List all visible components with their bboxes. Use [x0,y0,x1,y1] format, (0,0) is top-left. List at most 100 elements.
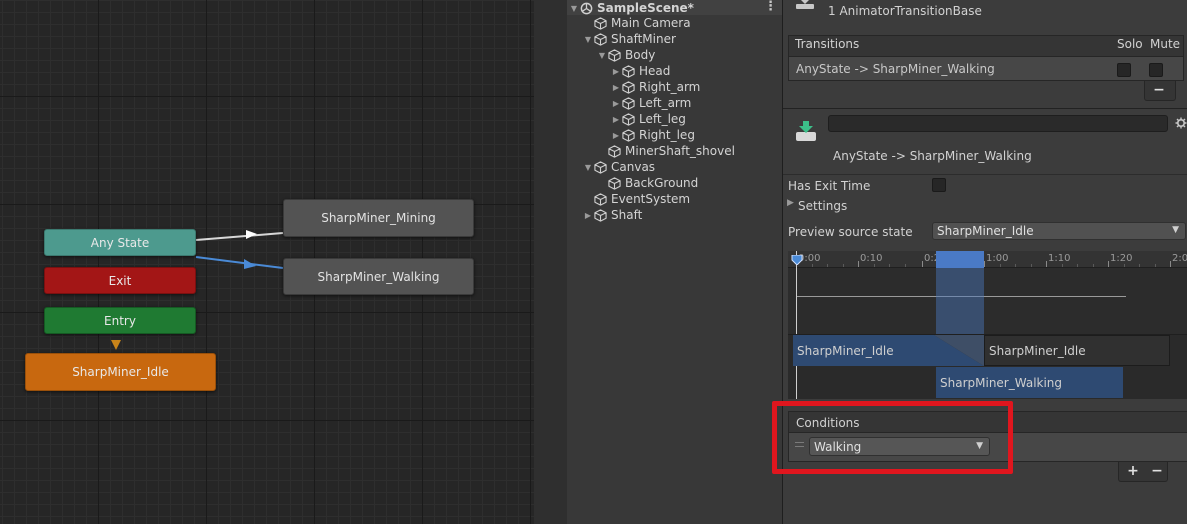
hierarchy-item[interactable]: ▼ ShaftMiner [582,31,676,47]
preview-source-dropdown[interactable]: SharpMiner_Idle ▼ [932,222,1186,240]
state-node-mining[interactable]: SharpMiner_Mining [283,199,474,237]
dropdown-arrow-icon: ▼ [1172,225,1179,235]
chevron-right-icon[interactable]: ▶ [787,198,794,208]
hierarchy-panel[interactable]: ▼ SampleScene* ⋮ Main Camera ▼ ShaftMiner ▼… [534,0,782,524]
entry-default-arrow [111,340,121,350]
hierarchy-item[interactable]: EventSystem [582,191,690,207]
hierarchy-item-label: ShaftMiner [611,32,676,46]
hierarchy-item-label: Right_arm [639,80,701,94]
hierarchy-item[interactable]: ▶ Right_arm [610,79,700,95]
timeline-minor-tick [1061,264,1063,267]
transition-timeline[interactable]: 0:000:100:201:001:101:202:00 SharpMiner_… [788,251,1187,399]
kebab-menu-icon[interactable]: ⋮ [764,0,777,14]
target-clip[interactable]: SharpMiner_Walking [936,367,1123,398]
solo-checkbox[interactable] [1117,63,1131,77]
state-node-walking[interactable]: SharpMiner_Walking [283,258,474,295]
source-clip-2[interactable]: SharpMiner_Idle [984,335,1170,366]
timeline-minor-tick [889,264,890,267]
gameobject-cube-icon [594,32,607,46]
timeline-ruler[interactable]: 0:000:100:201:001:101:202:00 [788,251,1187,268]
playhead-marker-icon[interactable] [791,255,803,265]
timeline-minor-tick [1123,264,1125,267]
entry-node[interactable]: Entry [44,307,196,334]
hierarchy-item-label: MinerShaft_shovel [625,144,735,158]
hierarchy-item[interactable]: MinerShaft_shovel [596,143,735,159]
chevron-right-icon[interactable]: ▶ [610,115,622,124]
timeline-tick-label: 0:10 [860,253,883,264]
exit-node[interactable]: Exit [44,267,196,294]
chevron-right-icon[interactable]: ▶ [610,83,622,92]
source-clip-1[interactable]: SharpMiner_Idle [793,335,934,366]
timeline-minor-tick [1030,264,1032,267]
hierarchy-item[interactable]: ▶ Right_leg [610,127,695,143]
chevron-right-icon[interactable]: ▶ [610,131,622,140]
transition-arrowhead [246,230,257,239]
add-condition-button[interactable]: + [1123,462,1143,480]
gameobject-cube-icon [608,144,621,158]
hierarchy-gutter [534,0,567,524]
transition-anystate-walking[interactable] [195,256,284,269]
hierarchy-item[interactable]: ▶ Shaft [582,207,642,223]
inspector-title: 1 AnimatorTransitionBase [828,4,982,18]
scene-header[interactable]: ▼ SampleScene* [568,0,694,16]
scene-name: SampleScene* [597,1,694,15]
chevron-down-icon[interactable]: ▼ [582,163,594,172]
hierarchy-item[interactable]: ▶ Left_leg [610,111,686,127]
gear-icon[interactable] [1175,117,1187,129]
divider [783,174,1187,175]
timeline-tick-label: 1:20 [1110,253,1133,264]
timeline-curve-area [788,268,1187,334]
hierarchy-item[interactable]: ▶ Left_arm [610,95,691,111]
transition-download-icon [796,0,814,9]
hierarchy-item-label: Right_leg [639,128,695,142]
animator-graph[interactable]: Any State Exit Entry SharpMiner_Idle Sha… [0,0,534,524]
has-exit-time-checkbox[interactable] [932,178,946,192]
timeline-minor-tick [1154,264,1156,267]
any-state-node[interactable]: Any State [44,229,196,256]
hierarchy-item[interactable]: Main Camera [582,15,691,31]
dropdown-arrow-icon: ▼ [976,441,983,451]
timeline-minor-tick [873,264,875,267]
chevron-right-icon[interactable]: ▶ [610,67,622,76]
settings-foldout[interactable]: Settings [798,199,847,213]
mute-checkbox[interactable] [1149,63,1163,77]
hierarchy-item-label: Shaft [611,208,643,222]
gameobject-cube-icon [608,176,621,190]
drag-handle-icon[interactable] [795,442,804,447]
hierarchy-item[interactable]: ▼ Canvas [582,159,655,175]
has-exit-time-label: Has Exit Time [788,179,871,193]
inspector-panel: 1 AnimatorTransitionBase Transitions Sol… [782,0,1187,524]
transition-name-field[interactable] [828,115,1168,132]
remove-transition-button[interactable]: − [1147,81,1171,99]
unity-scene-icon [580,2,593,14]
gameobject-cube-icon [608,48,621,62]
timeline-tick [984,261,985,267]
timeline-tick [1108,261,1109,267]
hierarchy-item[interactable]: ▼ Body [596,47,655,63]
solo-label: Solo [1117,37,1143,51]
condition-parameter-value: Walking [814,439,862,454]
blend-wedge [934,335,984,366]
transition-anystate-mining[interactable] [195,232,284,241]
condition-parameter-dropdown[interactable]: Walking ▼ [809,437,990,456]
chevron-down-icon[interactable]: ▼ [582,35,594,44]
transition-range-handle[interactable] [936,251,984,268]
timeline-minor-tick [1015,264,1016,267]
hierarchy-item[interactable]: ▶ Head [610,63,670,79]
timeline-minor-tick [999,264,1001,267]
chevron-right-icon[interactable]: ▶ [582,211,594,220]
state-node-idle[interactable]: SharpMiner_Idle [25,353,216,391]
hierarchy-item-label: Canvas [611,160,656,174]
chevron-down-icon[interactable]: ▼ [568,4,580,13]
timeline-tick [922,261,923,267]
hierarchy-item[interactable]: BackGround [596,175,698,191]
timeline-minor-tick [904,264,906,267]
timeline-playhead[interactable] [796,251,797,399]
chevron-down-icon[interactable]: ▼ [596,51,608,60]
remove-condition-button[interactable]: − [1147,462,1167,480]
transition-subtitle: AnyState -> SharpMiner_Walking [833,149,1032,163]
timeline-tick [1046,261,1047,267]
chevron-right-icon[interactable]: ▶ [610,99,622,108]
timeline-minor-tick [1077,264,1078,267]
timeline-tick-label: 1:00 [986,253,1009,264]
